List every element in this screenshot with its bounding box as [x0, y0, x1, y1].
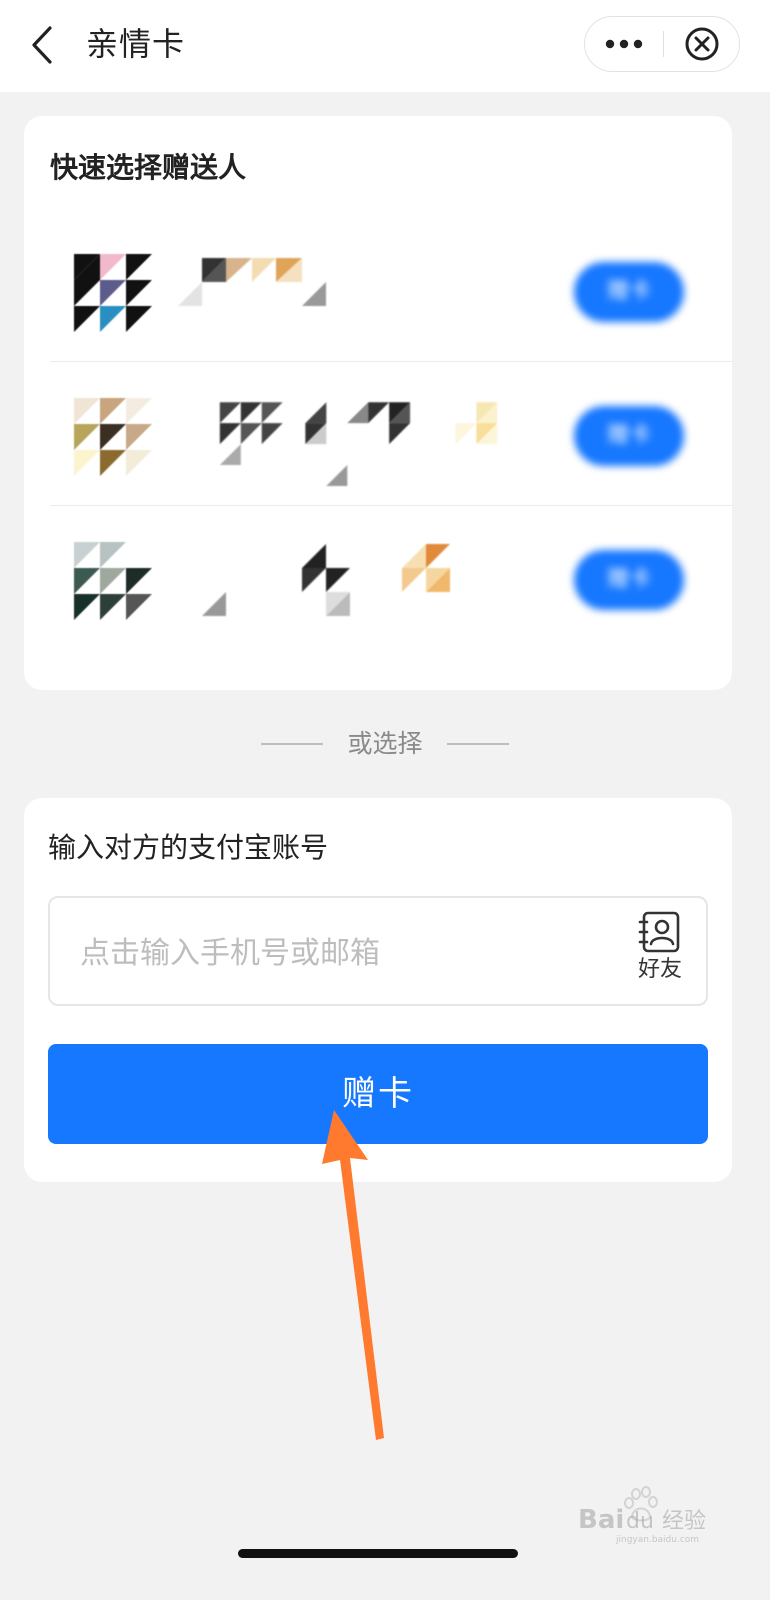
separator-line: [446, 743, 509, 745]
back-button[interactable]: [22, 20, 66, 70]
capsule-divider: [663, 31, 664, 57]
recipient-avatar: [74, 254, 152, 332]
quick-select-card: 快速选择赠送人 赠卡 赠卡 赠卡: [24, 116, 732, 690]
gift-card-button[interactable]: 赠卡: [574, 406, 684, 466]
close-button[interactable]: [665, 17, 739, 71]
app-screen: 亲情卡 快速选择赠送人 赠卡 赠卡 赠卡 或选择 输入对方的支付宝账号 点击输入…: [0, 0, 770, 1600]
recipient-avatar: [74, 398, 152, 476]
svg-text:jingyan.baidu.com: jingyan.baidu.com: [615, 1535, 699, 1545]
account-input[interactable]: [78, 924, 602, 982]
recipient-name-blurred: [178, 258, 326, 306]
account-input-box: 好友: [48, 896, 708, 1006]
friend-label: 好友: [637, 957, 682, 982]
mini-app-capsule: [584, 16, 740, 72]
more-dots-icon: [605, 39, 643, 49]
chevron-left-icon: [32, 26, 52, 64]
gift-card-button[interactable]: 赠卡: [574, 262, 684, 322]
recipient-name-blurred: [202, 544, 450, 616]
annotation-arrow-icon: [322, 1110, 384, 1440]
account-input-label: 输入对方的支付宝账号: [48, 831, 329, 864]
quick-select-title: 快速选择赠送人: [50, 151, 247, 184]
recipient-name-blurred: [219, 402, 498, 486]
recipient-row[interactable]: 赠卡: [24, 218, 732, 362]
contacts-icon: [638, 911, 680, 953]
or-choose-separator: 或选择: [0, 724, 770, 764]
close-circle-icon: [685, 27, 719, 61]
svg-text:du: du: [626, 1509, 654, 1534]
friend-contacts-button[interactable]: 好友: [624, 906, 696, 996]
recipient-row[interactable]: 赠卡: [24, 506, 732, 650]
nav-bar: 亲情卡: [0, 0, 770, 92]
svg-text:Bai: Bai: [578, 1505, 624, 1535]
svg-text:经验: 经验: [662, 1509, 706, 1534]
separator-line: [261, 743, 324, 745]
more-button[interactable]: [585, 17, 663, 71]
baidu-jingyan-watermark: Bai du 经验 jingyan.baidu.com: [578, 1486, 706, 1545]
or-choose-text: 或选择: [347, 729, 423, 758]
recipient-row[interactable]: 赠卡: [24, 362, 732, 506]
page-title: 亲情卡: [86, 25, 186, 63]
gift-card-button[interactable]: 赠卡: [574, 550, 684, 610]
recipient-avatar: [74, 542, 152, 620]
home-indicator: [238, 1549, 518, 1558]
